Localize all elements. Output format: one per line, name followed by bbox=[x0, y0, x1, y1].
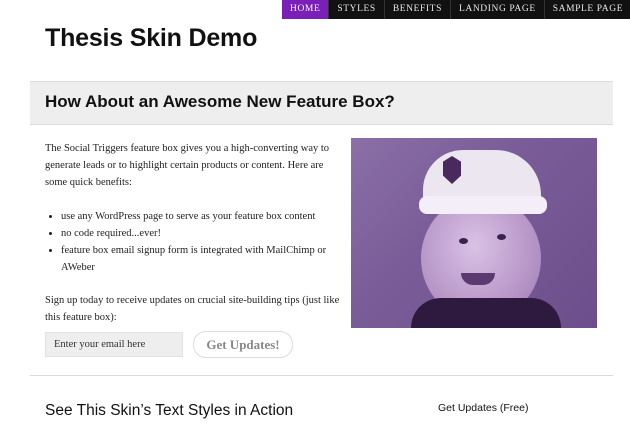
benefit-item: use any WordPress page to serve as your … bbox=[61, 208, 340, 225]
section-heading: See This Skin’s Text Styles in Action bbox=[45, 402, 294, 419]
sidebar-heading: Get Updates (Free) bbox=[438, 402, 529, 414]
section-divider bbox=[30, 375, 613, 376]
site-title[interactable]: Thesis Skin Demo bbox=[45, 24, 257, 53]
benefit-item: no code required...ever! bbox=[61, 225, 340, 242]
feature-box-heading: How About an Awesome New Feature Box? bbox=[45, 92, 395, 111]
nav-item-sample-page[interactable]: Sample Page bbox=[545, 0, 630, 19]
nav-item-home[interactable]: Home bbox=[282, 0, 330, 19]
signup-cta-text: Sign up today to receive updates on cruc… bbox=[45, 295, 340, 323]
feature-box-content: The Social Triggers feature box gives yo… bbox=[45, 140, 340, 343]
get-updates-button[interactable]: Get Updates! bbox=[193, 331, 293, 358]
nav-item-benefits[interactable]: Benefits bbox=[385, 0, 451, 19]
eye bbox=[497, 234, 506, 240]
nav-item-landing-page[interactable]: Landing Page bbox=[451, 0, 545, 19]
hat-band bbox=[419, 196, 547, 214]
main-nav: Home Styles Benefits Landing Page Sample… bbox=[282, 0, 630, 19]
eye bbox=[459, 238, 468, 244]
nav-item-styles[interactable]: Styles bbox=[329, 0, 385, 19]
email-input[interactable] bbox=[45, 332, 183, 357]
benefits-list: use any WordPress page to serve as your … bbox=[45, 208, 340, 276]
feature-box-header: How About an Awesome New Feature Box? bbox=[30, 81, 613, 125]
benefit-item: feature box email signup form is integra… bbox=[61, 242, 340, 276]
sailor-shirt bbox=[411, 298, 561, 328]
feature-photo bbox=[351, 138, 597, 328]
feature-intro-text: The Social Triggers feature box gives yo… bbox=[45, 143, 330, 188]
